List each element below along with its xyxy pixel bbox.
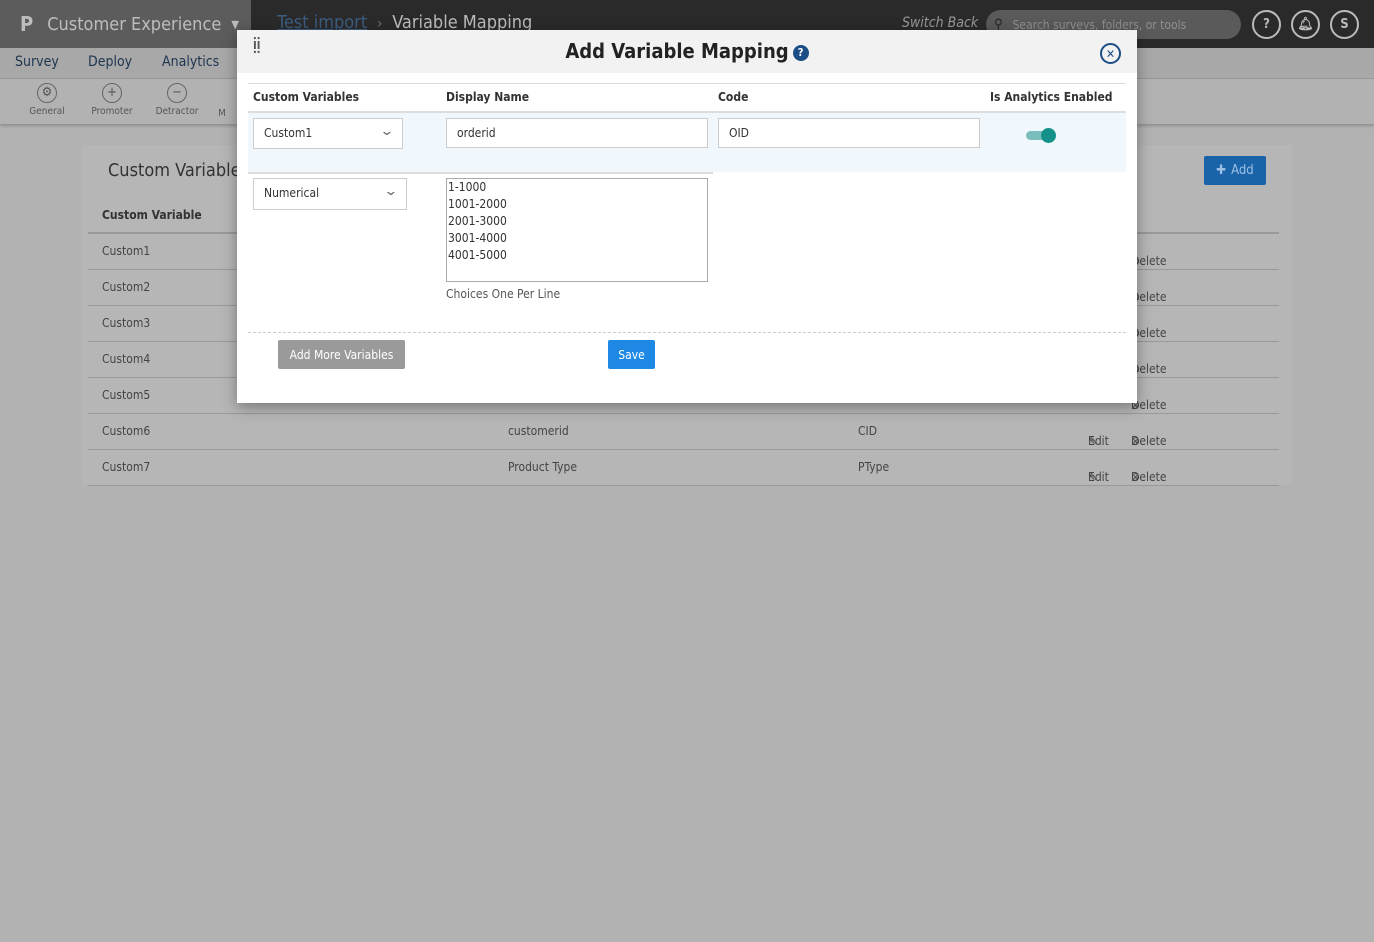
- avatar-initial: S: [1340, 17, 1349, 32]
- card-title: Custom Variable: [108, 160, 241, 181]
- mapping-row: Custom1 ⌄ orderid OID: [248, 113, 1126, 172]
- tool-detractor[interactable]: − Detractor: [147, 83, 207, 117]
- choice-line: 1001-2000: [448, 197, 507, 211]
- toggle-knob: [1041, 128, 1056, 143]
- bell-icon: 🔔︎: [1297, 17, 1314, 32]
- add-variable-mapping-modal: ⠿ ⠿ Add Variable Mapping? ✕ Custom Variab…: [237, 30, 1137, 403]
- cell-variable: Custom1: [102, 244, 151, 258]
- user-avatar[interactable]: S: [1330, 10, 1359, 39]
- gear-icon: ⚙: [37, 83, 57, 103]
- cell-display-name: Product Type: [508, 460, 577, 474]
- nav-survey[interactable]: Survey: [15, 54, 59, 70]
- caret-down-icon: ▼: [231, 17, 239, 31]
- nav-analytics[interactable]: Analytics: [162, 54, 219, 70]
- modal-header: ⠿ ⠿ Add Variable Mapping? ✕: [237, 30, 1137, 73]
- notifications-button[interactable]: 🔔︎: [1291, 10, 1320, 39]
- help-icon: ?: [1263, 17, 1270, 32]
- column-code: Code: [718, 90, 749, 104]
- column-analytics-enabled: Is Analytics Enabled: [990, 90, 1113, 104]
- choice-line: 3001-4000: [448, 231, 507, 245]
- add-label: Add: [1231, 163, 1254, 178]
- tool-label: M: [218, 108, 226, 119]
- custom-variable-select[interactable]: Custom1 ⌄: [253, 118, 403, 149]
- analytics-toggle[interactable]: [1026, 128, 1056, 143]
- input-value: orderid: [457, 126, 496, 140]
- choice-line: 4001-5000: [448, 248, 507, 262]
- modal-title: Add Variable Mapping?: [237, 39, 1137, 63]
- select-value: Numerical: [264, 186, 320, 200]
- chevron-down-icon: ⌄: [379, 124, 395, 139]
- chevron-down-icon: ⌄: [383, 184, 399, 199]
- choices-textarea[interactable]: 1-1000 1001-2000 2001-3000 3001-4000 4001-50…: [446, 178, 708, 282]
- select-value: Custom1: [264, 126, 313, 140]
- switch-back-link[interactable]: Switch Back: [902, 15, 978, 31]
- type-select[interactable]: Numerical ⌄: [253, 178, 407, 210]
- code-input[interactable]: OID: [718, 118, 980, 148]
- choices-hint: Choices One Per Line: [446, 287, 561, 301]
- choice-line: 2001-3000: [448, 214, 507, 228]
- tool-general[interactable]: ⚙ General: [17, 83, 77, 117]
- column-custom-variable: Custom Variable: [102, 208, 202, 222]
- tool-label: Detractor: [155, 106, 199, 117]
- cell-variable: Custom4: [102, 352, 151, 366]
- cell-display-name: customerid: [508, 424, 569, 438]
- nav-deploy[interactable]: Deploy: [88, 54, 132, 70]
- help-icon[interactable]: ?: [792, 45, 809, 61]
- plus-chat-icon: +: [102, 83, 122, 103]
- close-icon: ✕: [1105, 46, 1116, 61]
- edit-label: Edit: [1088, 470, 1109, 484]
- input-value: OID: [729, 126, 749, 140]
- cell-variable: Custom7: [102, 460, 151, 474]
- tool-label: Promoter: [91, 106, 133, 117]
- column-custom-variables: Custom Variables: [253, 90, 360, 104]
- table-row: Custom7 Product Type PType ✎ Edit ⊗ Dele…: [88, 450, 1279, 486]
- modal-title-text: Add Variable Mapping: [565, 39, 789, 63]
- cell-variable: Custom2: [102, 280, 151, 294]
- add-more-variables-button[interactable]: Add More Variables: [278, 340, 405, 369]
- help-button[interactable]: ?: [1252, 10, 1281, 39]
- cell-code: PType: [858, 460, 890, 474]
- cell-variable: Custom5: [102, 388, 151, 402]
- add-button[interactable]: ✚ Add: [1204, 156, 1266, 185]
- delete-label: Delete: [1131, 434, 1167, 448]
- logo-icon: P: [20, 12, 34, 36]
- tool-more[interactable]: M: [207, 108, 237, 119]
- save-button[interactable]: Save: [608, 340, 655, 369]
- choice-line: 1-1000: [448, 180, 487, 194]
- tool-promoter[interactable]: + Promoter: [82, 83, 142, 117]
- delete-label: Delete: [1131, 470, 1167, 484]
- cell-variable: Custom3: [102, 316, 151, 330]
- modal-table-header: Custom Variables Display Name Code Is An…: [248, 83, 1126, 113]
- plus-icon: ✚: [1216, 163, 1227, 178]
- app-switcher[interactable]: P Customer Experience ▼: [0, 0, 251, 48]
- app-title: Customer Experience: [47, 13, 222, 35]
- dashed-divider: [248, 332, 1126, 333]
- display-name-input[interactable]: orderid: [446, 118, 708, 148]
- divider: [248, 172, 713, 174]
- cell-variable: Custom6: [102, 424, 151, 438]
- table-row: Custom6 customerid CID ✎ Edit ⊗ Delete: [88, 414, 1279, 450]
- minus-chat-icon: −: [167, 83, 187, 103]
- column-display-name: Display Name: [446, 90, 530, 104]
- tool-label: General: [29, 106, 65, 117]
- close-button[interactable]: ✕: [1100, 43, 1121, 64]
- cell-code: CID: [858, 424, 878, 438]
- edit-label: Edit: [1088, 434, 1109, 448]
